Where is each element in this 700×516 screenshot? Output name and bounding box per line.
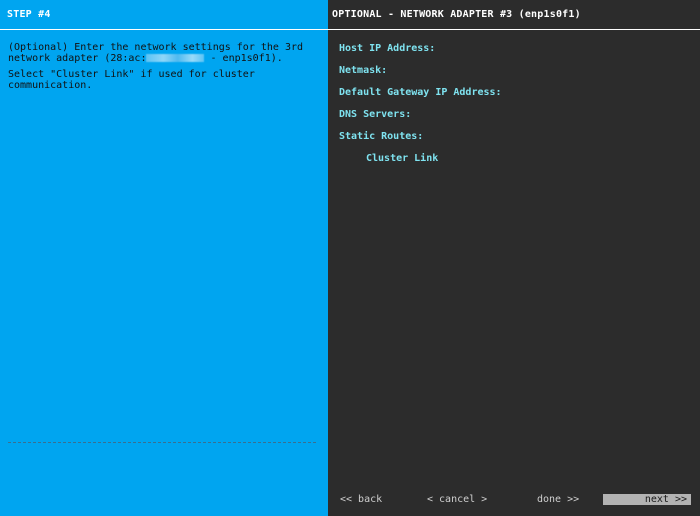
- cancel-button[interactable]: < cancel >: [427, 494, 487, 505]
- description-line-2-prefix: network adapter (28:ac:: [8, 53, 147, 64]
- description-line-2: network adapter (28:ac: - enp1s0f1).: [8, 53, 283, 64]
- host-ip-field[interactable]: Host IP Address:: [339, 43, 435, 54]
- step-title: STEP #4: [7, 9, 51, 20]
- next-button[interactable]: next >>: [603, 494, 691, 505]
- back-button[interactable]: << back: [340, 494, 382, 505]
- description-line-3: Select "Cluster Link" if used for cluste…: [8, 69, 255, 80]
- done-button[interactable]: done >>: [537, 494, 579, 505]
- description-line-2-suffix: - enp1s0f1).: [204, 53, 283, 64]
- static-routes-field[interactable]: Static Routes:: [339, 131, 423, 142]
- panel-title: OPTIONAL - NETWORK ADAPTER #3 (enp1s0f1): [332, 9, 581, 20]
- installer-screen: STEP #4 (Optional) Enter the network set…: [0, 0, 700, 516]
- network-adapter-form: OPTIONAL - NETWORK ADAPTER #3 (enp1s0f1)…: [328, 0, 700, 516]
- dashed-divider: [8, 442, 316, 443]
- panel-header: OPTIONAL - NETWORK ADAPTER #3 (enp1s0f1): [328, 0, 700, 30]
- description-line-4: communication.: [8, 80, 93, 91]
- description-line-1: (Optional) Enter the network settings fo…: [8, 42, 304, 53]
- dns-servers-field[interactable]: DNS Servers:: [339, 109, 411, 120]
- default-gateway-field[interactable]: Default Gateway IP Address:: [339, 87, 502, 98]
- redacted-mac-address: [146, 54, 205, 62]
- netmask-field[interactable]: Netmask:: [339, 65, 387, 76]
- step-header: STEP #4: [0, 0, 328, 30]
- step-info-pane: STEP #4 (Optional) Enter the network set…: [0, 0, 328, 516]
- cluster-link-option[interactable]: Cluster Link: [366, 153, 438, 164]
